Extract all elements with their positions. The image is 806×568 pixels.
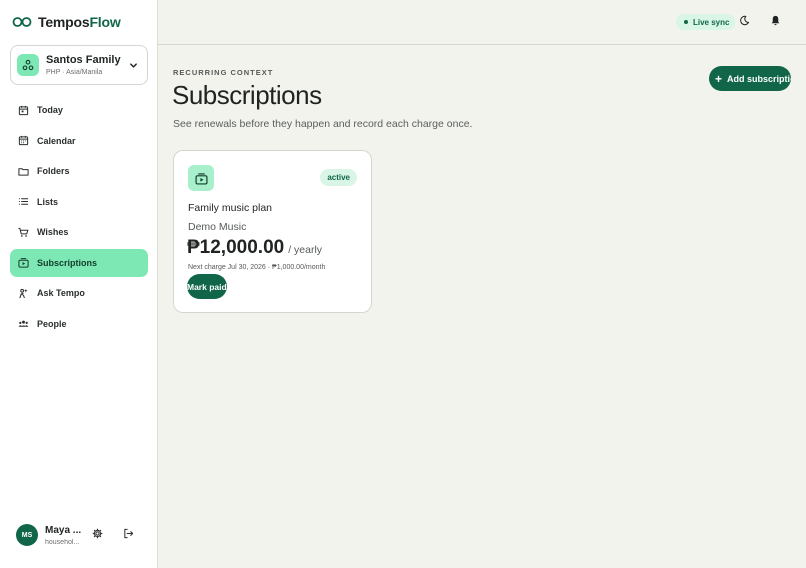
sidebar-item-label: Calendar [37,135,76,146]
subscription-amount: ₱12,000.00 [187,237,285,258]
calendar-icon [18,135,29,146]
status-badge: active [320,169,357,186]
brand-name: TemposFlow [38,14,121,30]
add-subscription-button[interactable]: + Add subscription [709,66,791,91]
brand-name-part2: Flow [89,14,121,30]
avatar[interactable]: MS [16,524,38,546]
page-subtitle: See renewals before they happen and reco… [173,118,473,130]
sidebar-item-ask-tempo[interactable]: Ask Tempo [10,279,148,307]
sidebar-item-folders[interactable]: Folders [10,157,148,185]
top-bar: Live sync [158,0,806,45]
sidebar-item-label: Lists [37,196,59,207]
plus-icon: + [715,71,723,86]
subscription-price: ₱12,000.00 / yearly [187,237,322,259]
infinity-logo-icon [12,17,32,27]
family-switcher[interactable]: Santos Family PHP · Asia/Manila [10,45,148,85]
family-subtitle: PHP · Asia/Manila [46,69,103,76]
brand[interactable]: TemposFlow [12,14,121,30]
sidebar-item-subscriptions[interactable]: Subscriptions [10,248,148,277]
next-charge: Next charge Jul 30, 2026 · ₱1,000.00/mon… [188,264,326,271]
subscription-card[interactable]: active Family music plan Demo Music ₱12,… [173,150,372,313]
page-title: Subscriptions [172,80,322,110]
sidebar-item-label: Wishes [37,227,69,237]
mark-paid-button[interactable]: Mark paid [187,274,227,299]
list-icon [18,196,29,207]
sidebar-item-label: Subscriptions [37,257,98,268]
sidebar-item-label: People [37,318,67,329]
page-kicker: RECURRING CONTEXT [173,68,274,77]
sidebar-item-label: Today [37,105,63,115]
sidebar-item-label: Ask Tempo [37,288,85,298]
subscription-name: Family music plan [188,202,273,214]
brand-name-part1: Tempos [38,14,90,30]
add-subscription-label: Add subscription [727,73,791,84]
subscription-period: / yearly [288,244,323,256]
live-dot-icon [684,20,688,24]
live-sync-label: Live sync [693,17,730,27]
today-icon [18,105,29,116]
user-role: househol... [45,538,80,546]
folder-icon [18,166,29,177]
sidebar-item-people[interactable]: People [10,310,148,338]
sidebar: TemposFlow Santos Family PHP · Asia/Mani… [0,0,158,568]
subscription-icon [188,165,214,191]
sidebar-item-wishes[interactable]: Wishes [10,218,148,246]
settings-icon[interactable] [92,528,104,540]
user-name: Maya ... [45,524,81,536]
chevron-down-icon [130,63,137,68]
family-icon [17,54,39,76]
sidebar-item-today[interactable]: Today [10,96,148,124]
sidebar-item-lists[interactable]: Lists [10,188,148,216]
sidebar-nav: Today Calendar Folders Lists Wishes Subs… [10,96,148,340]
subscriptions-icon [18,257,29,268]
family-name: Santos Family [46,54,121,66]
bell-icon[interactable] [770,15,782,27]
ask-icon [18,288,29,299]
moon-icon[interactable] [739,15,751,27]
sidebar-item-calendar[interactable]: Calendar [10,127,148,155]
people-icon [18,318,29,329]
sidebar-item-label: Folders [37,166,70,176]
logout-icon[interactable] [123,528,135,540]
live-sync-badge: Live sync [676,14,736,30]
cart-icon [18,227,29,238]
subscription-vendor: Demo Music [188,221,247,233]
user-profile: MS Maya ... househol... [16,522,146,548]
